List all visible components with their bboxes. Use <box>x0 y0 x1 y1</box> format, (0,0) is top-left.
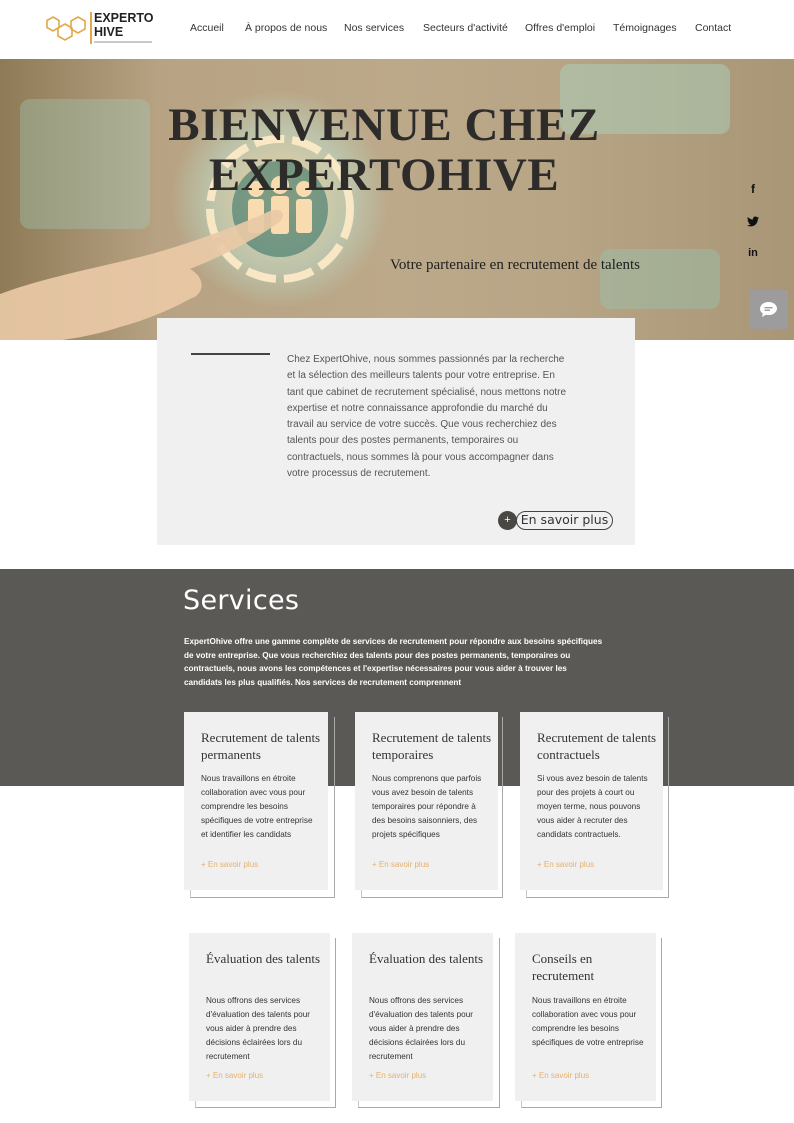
plus-icon: + <box>498 511 517 530</box>
about-divider <box>191 353 270 355</box>
hexagon-logo-icon <box>46 16 86 41</box>
nav-item-secteurs[interactable]: Secteurs d'activité <box>423 22 508 34</box>
card-learn-more-link[interactable]: + En savoir plus <box>201 860 258 869</box>
hero-title-line-1: BIENVENUE CHEZ <box>168 99 600 151</box>
card-learn-more-link[interactable]: + En savoir plus <box>372 860 429 869</box>
hero-banner: BIENVENUE CHEZ EXPERTOHIVE Votre partena… <box>0 59 794 340</box>
card-text: Nous travaillons en étroite collaboratio… <box>201 774 313 839</box>
services-intro: ExpertOhive offre une gamme complète de … <box>184 637 603 687</box>
card-learn-more-link[interactable]: + En savoir plus <box>532 1071 589 1080</box>
learn-more-button[interactable]: + En savoir plus <box>498 511 613 530</box>
about-box: Chez ExpertOhive, nous sommes passionnés… <box>157 318 635 545</box>
logo-line-2: HIVE <box>94 25 124 39</box>
service-card[interactable]: Conseils en recrutement Nous travaillons… <box>515 933 656 1101</box>
chat-bubble-icon <box>760 302 777 317</box>
service-card[interactable]: Recrutement de talents contractuels Si v… <box>520 712 663 890</box>
nav-item-accueil[interactable]: Accueil <box>190 22 224 34</box>
card-title: Recrutement de talents temporaires <box>372 730 492 762</box>
card-learn-more-link[interactable]: + En savoir plus <box>537 860 594 869</box>
service-card[interactable]: Évaluation des talents Nous offrons des … <box>189 933 330 1101</box>
card-title: Recrutement de talents contractuels <box>537 730 657 762</box>
hero-subtitle: Votre partenaire en recrutement de talen… <box>390 257 641 273</box>
logo-tagline <box>94 41 152 43</box>
twitter-bird-icon <box>747 216 759 227</box>
hero-title: BIENVENUE CHEZ EXPERTOHIVE <box>0 100 768 200</box>
logo-line-1: EXPERTO <box>94 11 154 25</box>
linkedin-icon[interactable]: in <box>745 247 761 259</box>
twitter-icon[interactable] <box>745 214 761 232</box>
card-learn-more-link[interactable]: + En savoir plus <box>369 1071 426 1080</box>
learn-more-label: En savoir plus <box>516 511 613 530</box>
card-text: Si vous avez besoin de talents pour des … <box>537 774 648 839</box>
nav-item-offres[interactable]: Offres d'emploi <box>525 22 595 34</box>
nav-item-contact[interactable]: Contact <box>695 22 731 34</box>
service-card[interactable]: Recrutement de talents permanents Nous t… <box>184 712 328 890</box>
card-text: Nous comprenons que parfois vous avez be… <box>372 774 482 839</box>
facebook-icon[interactable]: f <box>745 182 761 196</box>
site-header: EXPERTO HIVE Accueil À propos de nous No… <box>0 0 794 59</box>
card-title: Conseils en recrutement <box>532 951 595 983</box>
logo[interactable]: EXPERTO HIVE <box>44 10 154 46</box>
service-card[interactable]: Évaluation des talents Nous offrons des … <box>352 933 493 1101</box>
hero-title-line-2: EXPERTOHIVE <box>208 149 560 201</box>
card-title: Recrutement de talents permanents <box>201 730 321 762</box>
card-title: Évaluation des talents <box>206 951 321 966</box>
card-text: Nous offrons des services d'évaluation d… <box>206 996 310 1061</box>
about-text: Chez ExpertOhive, nous sommes passionnés… <box>287 354 567 480</box>
card-text: Nous offrons des services d'évaluation d… <box>369 996 473 1061</box>
service-card[interactable]: Recrutement de talents temporaires Nous … <box>355 712 498 890</box>
card-learn-more-link[interactable]: + En savoir plus <box>206 1071 263 1080</box>
nav-item-services[interactable]: Nos services <box>344 22 404 34</box>
card-title: Évaluation des talents <box>369 951 484 966</box>
logo-wordmark: EXPERTO HIVE <box>94 11 154 39</box>
logo-divider <box>90 12 92 44</box>
services-title: Services <box>183 585 300 616</box>
card-text: Nous travaillons en étroite collaboratio… <box>532 996 644 1047</box>
nav-item-temoignages[interactable]: Témoignages <box>613 22 677 34</box>
nav-item-a-propos[interactable]: À propos de nous <box>245 22 327 34</box>
chat-button[interactable] <box>749 290 788 329</box>
